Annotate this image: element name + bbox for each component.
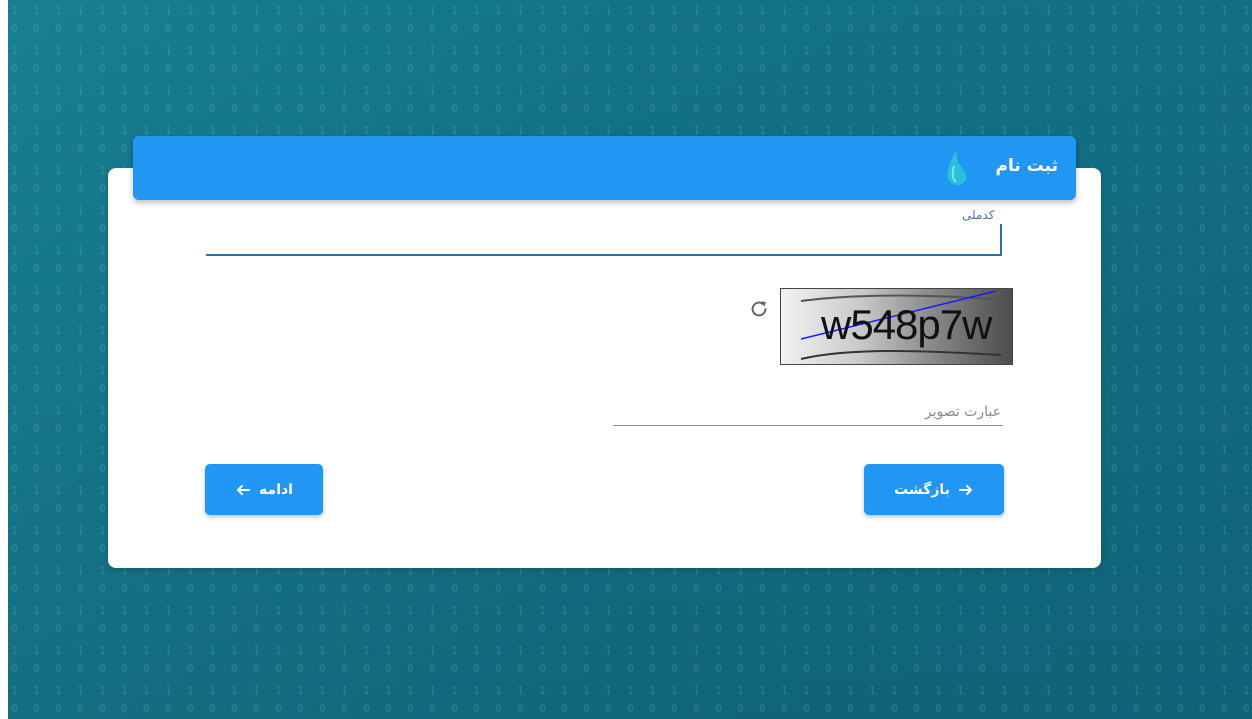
captcha-text: w548p7w: [821, 301, 992, 348]
national-code-label: کدملی: [962, 208, 995, 222]
continue-button-label: ادامه: [259, 481, 293, 498]
captcha-image: w548p7w: [780, 288, 1013, 365]
arrow-left-icon: [237, 484, 251, 495]
national-code-input[interactable]: [206, 224, 1002, 256]
card-header: ثبت نام: [133, 136, 1076, 200]
refresh-icon[interactable]: [748, 298, 770, 320]
arrow-right-icon: [958, 484, 972, 495]
continue-button[interactable]: ادامه: [205, 464, 323, 515]
captcha-phrase-input[interactable]: [613, 398, 1003, 426]
page-title: ثبت نام: [995, 156, 1058, 176]
back-button[interactable]: بازگشت: [864, 464, 1004, 515]
drop-logo-icon: [947, 150, 967, 186]
back-button-label: بازگشت: [894, 481, 950, 498]
